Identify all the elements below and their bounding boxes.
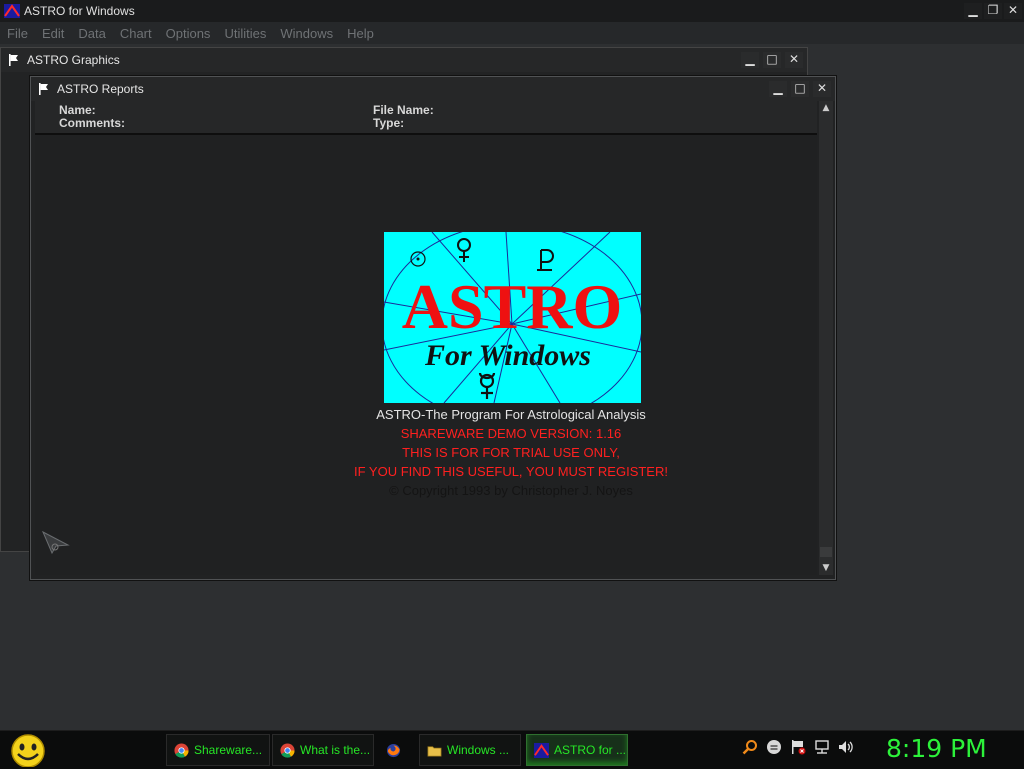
flag-icon (9, 54, 18, 66)
comments-label: Comments: (59, 116, 126, 130)
reports-minimize-button[interactable]: ▁ (769, 81, 787, 97)
scroll-thumb[interactable] (820, 547, 832, 557)
taskbar-clock[interactable]: 8:19 PM (886, 734, 987, 763)
reports-window[interactable]: ASTRO Reports ▁ □ ✕ Name: Comments: File… (30, 76, 836, 580)
menu-windows[interactable]: Windows (273, 26, 340, 41)
splash-text: ASTRO-The Program For Astrological Analy… (251, 405, 771, 500)
copyright-line: © Copyright 1993 by Christopher J. Noyes (389, 483, 633, 498)
graphics-maximize-button[interactable]: □ (763, 52, 781, 68)
menu-edit[interactable]: Edit (35, 26, 71, 41)
scroll-up-arrow-icon[interactable]: ▲ (819, 101, 833, 115)
menu-options[interactable]: Options (159, 26, 218, 41)
reports-window-titlebar[interactable]: ASTRO Reports ▁ □ ✕ (31, 77, 835, 101)
register-line: IF YOU FIND THIS USEFUL, YOU MUST REGIST… (354, 464, 668, 479)
type-label: Type: (373, 116, 405, 130)
menu-chart[interactable]: Chart (113, 26, 159, 41)
taskbar: Shareware... What is the... Windows ... … (0, 730, 1024, 769)
reports-window-title: ASTRO Reports (57, 82, 144, 96)
firefox-icon (386, 743, 401, 757)
scroll-down-arrow-icon[interactable]: ▼ (819, 561, 833, 575)
menu-bar: File Edit Data Chart Options Utilities W… (0, 22, 1024, 44)
taskbar-item-shareware[interactable]: Shareware... (166, 734, 270, 766)
chrome-icon (280, 742, 295, 758)
venus-symbol-icon (457, 238, 471, 262)
mercury-symbol-icon (478, 372, 496, 399)
menu-file[interactable]: File (0, 26, 35, 41)
menu-utilities[interactable]: Utilities (217, 26, 273, 41)
name-label: Name: (59, 103, 96, 117)
chrome-icon (174, 742, 189, 758)
folder-icon (427, 745, 442, 756)
app-title: ASTRO for Windows (24, 4, 135, 18)
trial-line: THIS IS FOR FOR TRIAL USE ONLY, (402, 445, 620, 460)
app-close-button[interactable]: ✕ (1004, 3, 1022, 19)
taskbar-item-windows-explorer[interactable]: Windows ... (419, 734, 521, 766)
program-line: ASTRO-The Program For Astrological Analy… (376, 407, 646, 422)
version-line: SHAREWARE DEMO VERSION: 1.16 (400, 426, 622, 441)
app-restore-button[interactable]: ❐ (984, 3, 1002, 19)
taskbar-item-label: ASTRO for ... (554, 743, 627, 757)
mouse-cursor-icon (42, 531, 70, 555)
pluto-symbol-icon (537, 249, 554, 271)
mdi-client-area: ASTRO Graphics ▁ □ ✕ ASTRO Reports ▁ □ ✕… (0, 44, 1024, 730)
menu-data[interactable]: Data (71, 26, 112, 41)
taskbar-item-label: Shareware... (194, 743, 263, 757)
astro-icon (534, 742, 549, 758)
menu-help[interactable]: Help (340, 26, 381, 41)
app-titlebar: ASTRO for Windows ▁ ❐ ✕ (0, 0, 1024, 22)
astro-app-icon (4, 4, 20, 18)
logo-subtitle: For Windows (424, 339, 591, 372)
taskbar-item-firefox[interactable] (378, 734, 416, 766)
graphics-close-button[interactable]: ✕ (785, 52, 803, 68)
taskbar-item-astro[interactable]: ASTRO for ... (526, 734, 628, 766)
graphics-window-titlebar[interactable]: ASTRO Graphics ▁ □ ✕ (1, 48, 807, 72)
action-center-flag-icon[interactable] (790, 739, 806, 755)
volume-icon[interactable] (838, 739, 854, 755)
file-name-label: File Name: (373, 103, 434, 117)
flag-icon (39, 83, 48, 95)
chat-icon[interactable] (766, 739, 782, 755)
vertical-scrollbar[interactable]: ▲ ▼ (819, 101, 833, 575)
taskbar-item-label: What is the... (300, 743, 371, 757)
network-icon[interactable] (814, 739, 830, 755)
reports-close-button[interactable]: ✕ (813, 81, 831, 97)
splash-logo: ASTRO For Windows (384, 232, 641, 403)
system-tray (742, 739, 862, 755)
graphics-minimize-button[interactable]: ▁ (741, 52, 759, 68)
app-minimize-button[interactable]: ▁ (964, 3, 982, 19)
smiley-start-icon[interactable] (8, 733, 48, 767)
zodiac-wheel-graphic: ASTRO For Windows (384, 232, 641, 403)
taskbar-item-what-is[interactable]: What is the... (272, 734, 374, 766)
taskbar-item-label: Windows ... (447, 743, 510, 757)
search-icon[interactable] (742, 739, 758, 755)
reports-maximize-button[interactable]: □ (791, 81, 809, 97)
logo-title: ASTRO (402, 271, 623, 342)
reports-header: Name: Comments: File Name: Type: (35, 101, 817, 135)
graphics-window-title: ASTRO Graphics (27, 53, 120, 67)
